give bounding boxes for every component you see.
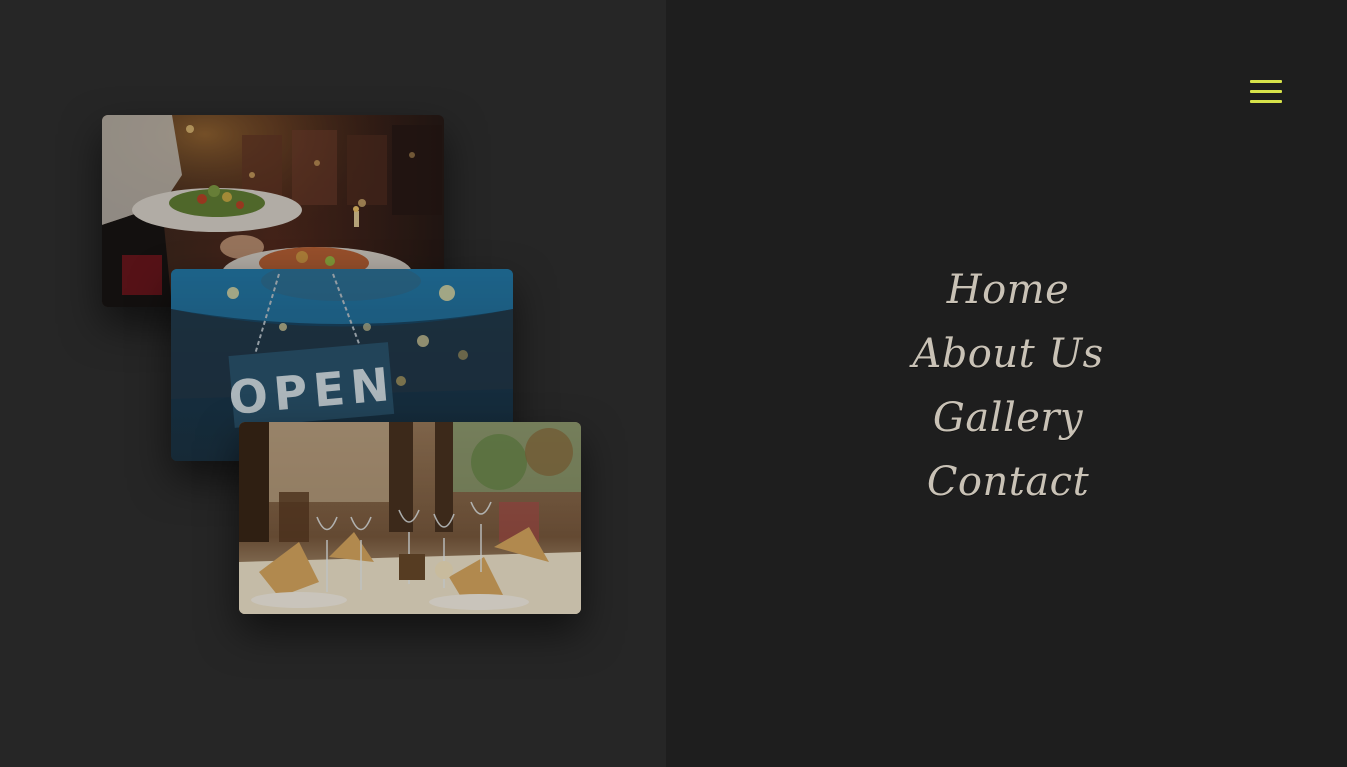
restaurant-table-photo	[239, 422, 581, 614]
hamburger-menu-icon[interactable]	[1248, 78, 1284, 108]
nav-item-gallery: Gallery	[866, 386, 1150, 450]
gallery-panel: OPEN	[0, 0, 666, 767]
hamburger-bar-top	[1250, 80, 1282, 83]
nav-item-contact: Contact	[866, 450, 1150, 514]
nav-link-about-us[interactable]: About Us	[912, 331, 1103, 377]
nav-link-contact[interactable]: Contact	[927, 459, 1089, 505]
restaurant-menu-overlay: OPEN Home About Us Gallery Contact	[0, 0, 1347, 767]
nav-link-home[interactable]: Home	[947, 267, 1070, 313]
restaurant-table-image	[239, 422, 581, 614]
nav-link-gallery[interactable]: Gallery	[933, 395, 1083, 441]
hamburger-bar-bottom	[1250, 100, 1282, 103]
hamburger-bar-middle	[1250, 90, 1282, 93]
nav-item-home: Home	[866, 258, 1150, 322]
main-navigation: Home About Us Gallery Contact	[866, 258, 1150, 514]
nav-item-about-us: About Us	[866, 322, 1150, 386]
